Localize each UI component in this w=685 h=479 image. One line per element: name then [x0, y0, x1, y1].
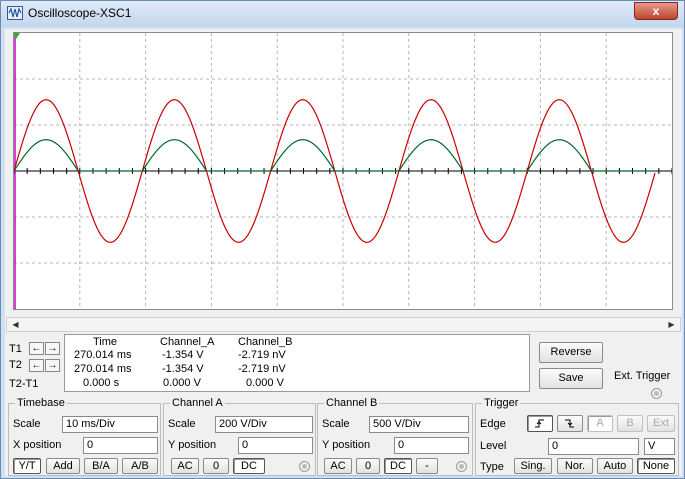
- trigger-level-field[interactable]: 0: [548, 438, 639, 455]
- trigger-normal-button[interactable]: Nor.: [557, 458, 593, 474]
- t2-left-button[interactable]: ←: [29, 359, 44, 372]
- trigger-type-label: Type: [480, 461, 504, 473]
- window-title: Oscilloscope-XSC1: [28, 6, 132, 20]
- header-channel-b: Channel_B: [238, 336, 293, 348]
- cursor-controls: T1 ← → T2 ← → T2-T1: [7, 336, 61, 394]
- header-time: Time: [93, 336, 118, 348]
- t2-right-button[interactable]: →: [45, 359, 60, 372]
- arrow-left-icon: ←: [31, 360, 42, 371]
- ext-trigger-label: Ext. Trigger: [614, 370, 671, 382]
- t2-time: 270.014 ms: [74, 363, 132, 375]
- save-button[interactable]: Save: [539, 368, 603, 389]
- x-position-label: X position: [13, 439, 62, 451]
- scope-content: ◀ ▶ T1 ← → T2 ← → T2-T1 Time Channel_A C…: [5, 29, 682, 476]
- x-position-field[interactable]: 0: [83, 437, 158, 454]
- rising-edge-icon: [535, 419, 544, 428]
- oscilloscope-app-icon: [7, 6, 23, 20]
- reverse-button[interactable]: Reverse: [539, 342, 603, 363]
- horizontal-scrollbar[interactable]: ◀ ▶: [6, 317, 681, 332]
- trigger-level-unit[interactable]: V: [644, 438, 675, 455]
- mode-ba-button[interactable]: B/A: [84, 458, 118, 474]
- channel-b-dc-button[interactable]: DC: [384, 458, 412, 474]
- channel-b-scale-label: Scale: [322, 418, 350, 430]
- channel-a-dc-button[interactable]: DC: [233, 458, 265, 474]
- waveform-canvas: [14, 33, 672, 309]
- t1-right-button[interactable]: →: [45, 342, 60, 355]
- trigger-source-b-button[interactable]: B: [617, 415, 643, 432]
- channel-a-title: Channel A: [170, 397, 225, 409]
- scope-display: [13, 32, 673, 310]
- mode-yt-button[interactable]: Y/T: [13, 458, 41, 474]
- scroll-left-icon[interactable]: ◀: [8, 318, 23, 331]
- channel-a-ac-button[interactable]: AC: [171, 458, 199, 474]
- channel-b-trace: [14, 139, 655, 172]
- t2-channel-b: -2.719 nV: [238, 363, 286, 375]
- timebase-title: Timebase: [15, 397, 67, 409]
- oscilloscope-window: Oscilloscope-XSC1 x ◀ ▶ T1 ← → T2 ← → T2…: [0, 0, 685, 479]
- trigger-source-ext-button[interactable]: Ext: [647, 415, 675, 432]
- channel-b-scale-field[interactable]: 500 V/Div: [369, 416, 469, 433]
- falling-edge-button[interactable]: [557, 415, 583, 432]
- arrow-right-icon: →: [47, 343, 58, 354]
- channel-a-scale-label: Scale: [168, 418, 196, 430]
- channel-b-y-position-field[interactable]: 0: [394, 437, 469, 454]
- header-channel-a: Channel_A: [160, 336, 215, 348]
- channel-b-title: Channel B: [324, 397, 380, 409]
- t2-label: T2: [9, 359, 22, 371]
- channel-b-invert-button[interactable]: -: [416, 458, 438, 474]
- close-button[interactable]: x: [634, 2, 678, 20]
- t2-t1-label: T2-T1: [9, 378, 39, 390]
- channel-b-y-position-label: Y position: [322, 439, 371, 451]
- trigger-single-button[interactable]: Sing.: [514, 458, 552, 474]
- channel-b-zero-button[interactable]: 0: [356, 458, 380, 474]
- scroll-right-icon[interactable]: ▶: [664, 318, 679, 331]
- t1-channel-a: -1.354 V: [162, 349, 204, 361]
- trigger-auto-button[interactable]: Auto: [597, 458, 633, 474]
- channel-a-group: Channel A Scale 200 V/Div Y position 0 A…: [163, 397, 316, 476]
- timebase-scale-field[interactable]: 10 ms/Div: [62, 416, 158, 433]
- arrow-left-icon: ←: [31, 343, 42, 354]
- t2-channel-a: -1.354 V: [162, 363, 204, 375]
- trigger-source-a-button[interactable]: A: [587, 415, 613, 432]
- t1-left-button[interactable]: ←: [29, 342, 44, 355]
- trigger-level-label: Level: [480, 440, 507, 452]
- diff-channel-a: 0.000 V: [163, 377, 201, 389]
- channel-a-scale-field[interactable]: 200 V/Div: [215, 416, 313, 433]
- trigger-edge-label: Edge: [480, 418, 506, 430]
- timebase-scale-label: Scale: [13, 418, 41, 430]
- mode-add-button[interactable]: Add: [46, 458, 80, 474]
- t1-label: T1: [9, 343, 22, 355]
- diff-time: 0.000 s: [83, 377, 120, 389]
- measurement-readout: Time Channel_A Channel_B 270.014 ms -1.3…: [64, 334, 530, 392]
- channel-a-terminal[interactable]: [299, 461, 310, 472]
- channel-a-y-position-field[interactable]: 0: [238, 437, 313, 454]
- t1-time: 270.014 ms: [74, 349, 132, 361]
- trigger-title: Trigger: [482, 397, 521, 409]
- channel-b-ac-button[interactable]: AC: [324, 458, 352, 474]
- timebase-group: Timebase Scale 10 ms/Div X position 0 Y/…: [8, 397, 161, 476]
- diff-channel-b: 0.000 V: [246, 377, 284, 389]
- title-bar[interactable]: Oscilloscope-XSC1 x: [1, 1, 684, 27]
- close-icon: x: [652, 4, 660, 18]
- trigger-group: Trigger Edge A B Ext Level 0 V Type Sing…: [475, 397, 679, 476]
- channel-a-zero-button[interactable]: 0: [203, 458, 229, 474]
- mode-ab-button[interactable]: A/B: [122, 458, 158, 474]
- channel-a-y-position-label: Y position: [168, 439, 217, 451]
- trigger-none-button[interactable]: None: [637, 458, 675, 474]
- ext-trigger-terminal[interactable]: [651, 388, 662, 399]
- channel-b-terminal[interactable]: [456, 461, 467, 472]
- channel-b-group: Channel B Scale 500 V/Div Y position 0 A…: [317, 397, 473, 476]
- falling-edge-icon: [565, 419, 574, 428]
- t1-channel-b: -2.719 nV: [238, 349, 286, 361]
- arrow-right-icon: →: [47, 360, 58, 371]
- rising-edge-button[interactable]: [527, 415, 553, 432]
